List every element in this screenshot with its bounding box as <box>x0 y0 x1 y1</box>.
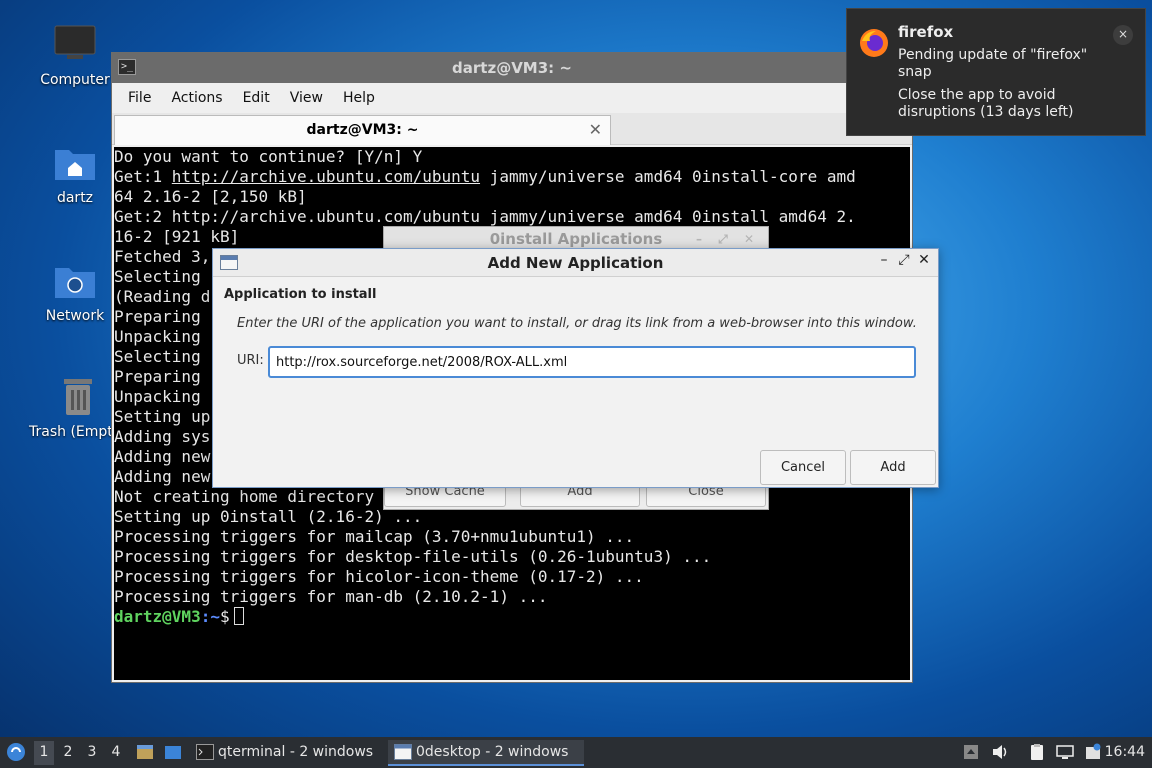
update-notifier-icon[interactable] <box>1084 743 1102 761</box>
notification-body: Pending update of "firefox" snap <box>898 47 1088 80</box>
terminal-line: Do you want to continue? [Y/n] Y <box>114 147 423 166</box>
menubar: File Actions Edit View Help <box>112 83 912 113</box>
desktop-icon-network[interactable]: Network <box>30 258 120 324</box>
taskbar: 1 2 3 4 qterminal - 2 windows 0desktop -… <box>0 737 1152 768</box>
workspace-4[interactable]: 4 <box>106 744 126 760</box>
trash-icon <box>56 374 100 418</box>
prompt-path: :~ <box>200 607 220 626</box>
workspace-3[interactable]: 3 <box>82 744 102 760</box>
desktop-icon-label: Computer <box>40 72 110 88</box>
maximize-icon[interactable]: ⤢ <box>896 252 912 268</box>
clock[interactable]: 16:44 <box>1105 744 1145 760</box>
network-folder-icon <box>53 258 97 302</box>
menu-help[interactable]: Help <box>333 90 385 106</box>
dialog-titlebar[interactable]: Add New Application – ⤢ ✕ <box>213 249 938 277</box>
prompt-user: dartz@VM3 <box>114 607 201 626</box>
terminal-line: Processing triggers for mailcap (3.70+nm… <box>114 527 635 546</box>
terminal-line: Processing triggers for desktop-file-uti… <box>114 547 712 566</box>
window-title: dartz@VM3: ~ <box>452 59 572 77</box>
network-icon[interactable] <box>1056 743 1074 761</box>
task-label: 0desktop - 2 windows <box>416 744 569 760</box>
prompt-symbol: $ <box>219 607 230 626</box>
menu-file[interactable]: File <box>118 90 161 106</box>
terminal-titlebar[interactable]: >_ dartz@VM3: ~ <box>112 53 912 83</box>
desktop-icon-label: Network <box>45 308 105 324</box>
section-heading: Application to install <box>224 287 377 302</box>
task-label: qterminal - 2 windows <box>218 744 374 760</box>
uri-input[interactable] <box>268 346 916 378</box>
monitor-icon <box>53 22 97 66</box>
task-qterminal[interactable]: qterminal - 2 windows <box>190 740 380 766</box>
start-menu-icon[interactable] <box>6 742 26 762</box>
terminal-line: Processing triggers for hicolor-icon-the… <box>114 567 644 586</box>
desktop-icon-label: dartz <box>56 190 94 206</box>
terminal-line: Processing triggers for man-db (2.10.2-1… <box>114 587 548 606</box>
file-manager-icon[interactable] <box>135 742 155 762</box>
terminal-link[interactable]: http://archive.ubuntu.com/ubuntu <box>172 167 480 186</box>
clipboard-icon[interactable] <box>1028 743 1046 761</box>
notification-body-detail: Close the app to avoid disruptions (13 d… <box>898 87 1074 120</box>
show-desktop-icon[interactable] <box>163 742 183 762</box>
volume-icon[interactable] <box>991 743 1009 761</box>
tray-expand-icon[interactable] <box>962 743 980 761</box>
terminal-line: 64 2.16-2 [2,150 kB] <box>114 187 307 206</box>
terminal-tab[interactable]: dartz@VM3: ~ ✕ <box>114 115 611 145</box>
close-icon[interactable]: ✕ <box>916 252 932 268</box>
add-button[interactable]: Add <box>850 450 936 485</box>
firefox-icon <box>860 29 888 57</box>
add-new-application-dialog[interactable]: Add New Application – ⤢ ✕ Application to… <box>212 248 939 488</box>
close-notification-icon[interactable]: × <box>1113 25 1133 45</box>
menu-actions[interactable]: Actions <box>161 90 232 106</box>
terminal-line: Get:1 http://archive.ubuntu.com/ubuntu j… <box>114 167 856 186</box>
notification-app-name: firefox <box>898 23 954 41</box>
minimize-icon[interactable]: – <box>876 252 892 268</box>
desktop-icon-computer[interactable]: Computer <box>30 22 120 88</box>
workspace-2[interactable]: 2 <box>58 744 78 760</box>
instruction-text: Enter the URI of the application you wan… <box>237 316 917 331</box>
close-tab-icon[interactable]: ✕ <box>589 116 602 144</box>
notification-popup[interactable]: firefox Pending update of "firefox" snap… <box>846 8 1146 136</box>
terminal-prompt: dartz@VM3:~$ <box>114 607 910 627</box>
terminal-icon <box>196 744 214 760</box>
tab-title: dartz@VM3: ~ <box>306 122 419 138</box>
terminal-line: Get:2 http://archive.ubuntu.com/ubuntu j… <box>114 207 856 226</box>
dialog-title: Add New Application <box>487 254 664 272</box>
desktop-icon-dartz[interactable]: dartz <box>30 140 120 206</box>
window-icon <box>394 744 412 760</box>
text-cursor <box>233 607 244 625</box>
task-0desktop[interactable]: 0desktop - 2 windows <box>388 740 584 766</box>
menu-edit[interactable]: Edit <box>233 90 280 106</box>
terminal-line: Setting up 0install (2.16-2) ... <box>114 507 423 526</box>
zeroinstall-title: 0install Applications <box>489 230 663 248</box>
tab-bar: dartz@VM3: ~ ✕ <box>112 113 912 145</box>
cancel-button[interactable]: Cancel <box>760 450 846 485</box>
workspace-1[interactable]: 1 <box>34 741 54 765</box>
home-folder-icon <box>53 140 97 184</box>
uri-label: URI: <box>237 353 264 368</box>
menu-view[interactable]: View <box>280 90 333 106</box>
